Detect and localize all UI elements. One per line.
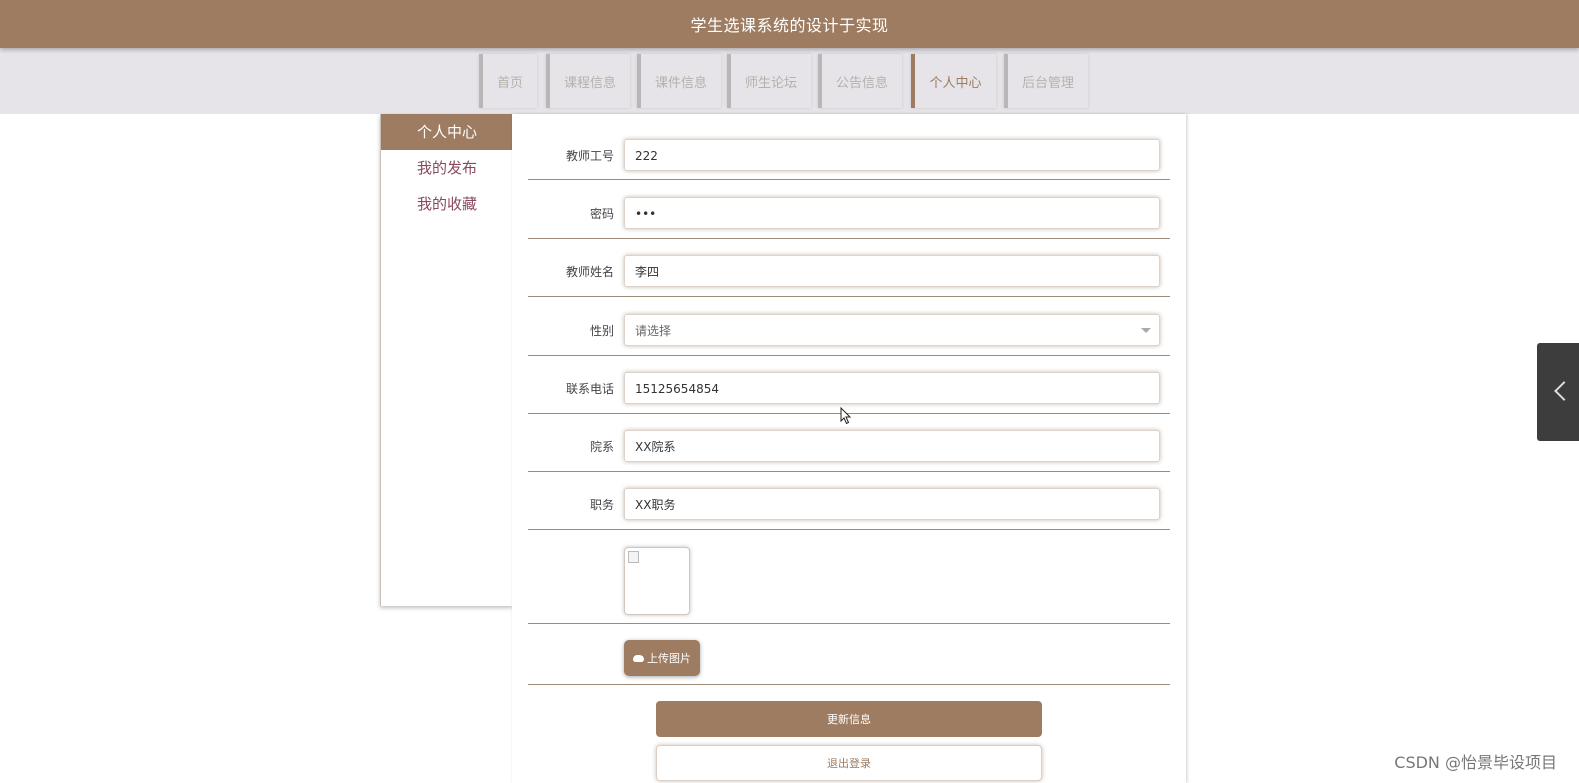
phone-input[interactable]: 15125654854 bbox=[624, 372, 1160, 404]
side-drawer-toggle[interactable] bbox=[1537, 343, 1579, 441]
chevron-down-icon bbox=[1141, 328, 1151, 333]
position-input[interactable]: XX职务 bbox=[624, 488, 1160, 520]
logout-label: 退出登录 bbox=[827, 757, 871, 770]
department-label: 院系 bbox=[589, 440, 614, 454]
position-label: 职务 bbox=[589, 498, 614, 512]
nav-item-forum[interactable]: 师生论坛 bbox=[727, 54, 811, 108]
form-row-password: 密码 ••• bbox=[528, 190, 1170, 239]
form-row-position: 职务 XX职务 bbox=[528, 481, 1170, 530]
sidebar-item-my-posts[interactable]: 我的发布 bbox=[381, 150, 513, 186]
teacher-id-input[interactable]: 222 bbox=[624, 139, 1160, 171]
teacher-name-input[interactable]: 李四 bbox=[624, 255, 1160, 287]
broken-image-icon bbox=[628, 551, 639, 563]
password-label: 密码 bbox=[589, 207, 614, 221]
avatar-preview[interactable] bbox=[624, 547, 690, 615]
update-info-label: 更新信息 bbox=[827, 713, 871, 726]
gender-label: 性别 bbox=[589, 324, 614, 338]
form-row-upload: 上传图片 bbox=[528, 624, 1170, 685]
phone-label: 联系电话 bbox=[565, 382, 614, 396]
nav-item-courseware[interactable]: 课件信息 bbox=[637, 54, 721, 108]
form-row-avatar bbox=[528, 530, 1170, 624]
form-row-teacher-id: 教师工号 222 bbox=[528, 132, 1170, 180]
nav-item-personal-center[interactable]: 个人中心 bbox=[911, 54, 996, 108]
sidebar-item-personal-center[interactable]: 个人中心 bbox=[381, 114, 513, 150]
logout-button[interactable]: 退出登录 bbox=[656, 745, 1042, 781]
nav-item-courses[interactable]: 课程信息 bbox=[546, 54, 630, 108]
app-header: 学生选课系统的设计于实现 bbox=[0, 0, 1579, 48]
gender-select[interactable]: 请选择 bbox=[624, 314, 1160, 346]
watermark: CSDN @怡景毕设项目 bbox=[1394, 753, 1557, 772]
chevron-left-icon bbox=[1554, 381, 1574, 401]
nav-item-notices[interactable]: 公告信息 bbox=[818, 54, 902, 108]
teacher-id-label: 教师工号 bbox=[565, 149, 614, 163]
upload-image-label: 上传图片 bbox=[647, 652, 691, 665]
update-info-button[interactable]: 更新信息 bbox=[656, 701, 1042, 737]
form-row-gender: 性别 请选择 bbox=[528, 307, 1170, 356]
main-nav: 首页 课程信息 课件信息 师生论坛 公告信息 个人中心 后台管理 bbox=[0, 48, 1579, 114]
teacher-name-label: 教师姓名 bbox=[565, 265, 614, 279]
form-row-department: 院系 XX院系 bbox=[528, 423, 1170, 472]
nav-item-admin[interactable]: 后台管理 bbox=[1004, 54, 1088, 108]
app-title: 学生选课系统的设计于实现 bbox=[690, 16, 889, 35]
sidebar: 个人中心 我的发布 我的收藏 bbox=[380, 114, 513, 606]
nav-item-home[interactable]: 首页 bbox=[479, 54, 537, 108]
cloud-upload-icon bbox=[633, 654, 644, 662]
upload-image-button[interactable]: 上传图片 bbox=[624, 640, 700, 676]
profile-form: 教师工号 222 密码 ••• 教师姓名 李四 性别 请选择 联系电话 1512… bbox=[512, 114, 1186, 783]
mouse-cursor-icon bbox=[840, 407, 852, 425]
form-row-teacher-name: 教师姓名 李四 bbox=[528, 248, 1170, 297]
password-input[interactable]: ••• bbox=[624, 197, 1160, 229]
gender-select-value: 请选择 bbox=[635, 324, 672, 338]
sidebar-item-my-favorites[interactable]: 我的收藏 bbox=[381, 186, 513, 222]
department-input[interactable]: XX院系 bbox=[624, 430, 1160, 462]
